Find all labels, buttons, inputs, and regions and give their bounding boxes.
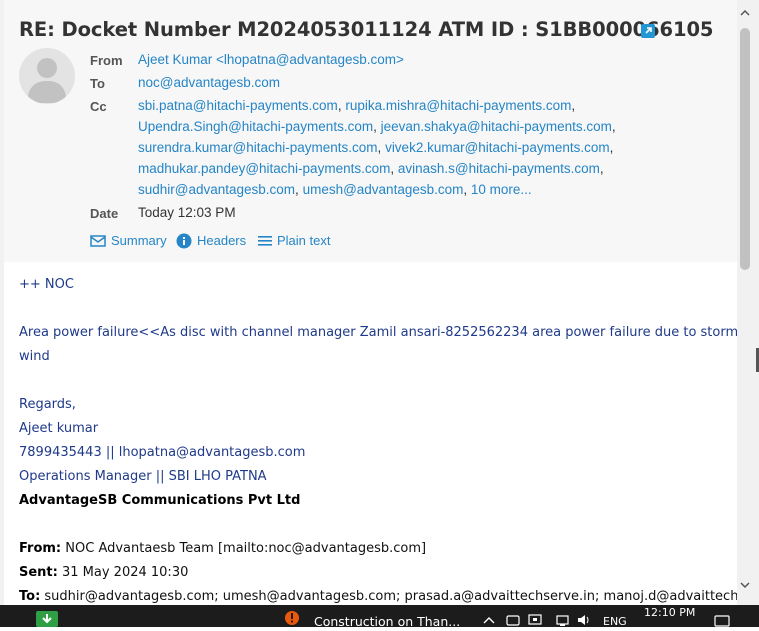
lines-icon <box>258 236 272 246</box>
body-line: ++ NOC <box>19 277 74 292</box>
taskbar-clock[interactable]: 12:10 PM <box>644 606 695 619</box>
signature-name: Ajeet kumar <box>19 421 99 436</box>
body-line: wind <box>19 349 50 364</box>
quoted-to: To: sudhir@advantagesb.com; umesh@advant… <box>19 589 759 604</box>
cc-address[interactable]: rupika.mishra@hitachi-payments.com <box>345 98 571 113</box>
plain-text-label: Plain text <box>277 233 331 248</box>
plain-text-link[interactable]: Plain text <box>257 232 337 250</box>
info-icon <box>176 233 192 249</box>
headers-label: Headers <box>197 233 247 248</box>
notification-icon[interactable] <box>714 615 730 627</box>
cc-row-3: surendra.kumar@hitachi-payments.com, viv… <box>138 140 614 155</box>
summary-link[interactable]: Summary <box>90 232 170 250</box>
network-icon[interactable] <box>555 613 571 627</box>
cc-address[interactable]: Upendra.Singh@hitachi-payments.com <box>138 119 373 134</box>
warning-icon[interactable] <box>282 609 302 627</box>
email-viewer: RE: Docket Number M2024053011124 ATM ID … <box>0 0 759 605</box>
cc-address[interactable]: sudhir@advantagesb.com <box>138 182 295 197</box>
date-value: Today 12:03 PM <box>138 205 236 220</box>
cc-address[interactable]: umesh@advantagesb.com <box>303 182 464 197</box>
cc-address[interactable]: surendra.kumar@hitachi-payments.com <box>138 140 378 155</box>
cc-row-4: madhukar.pandey@hitachi-payments.com, av… <box>138 161 604 176</box>
cc-more-link[interactable]: 10 more... <box>471 182 532 197</box>
cc-row-1: sbi.patna@hitachi-payments.com, rupika.m… <box>138 98 576 113</box>
taskbar-tray-icon[interactable] <box>505 613 521 627</box>
cc-row-5: sudhir@advantagesb.com, umesh@advantages… <box>138 182 532 197</box>
cc-address[interactable]: sbi.patna@hitachi-payments.com <box>138 98 338 113</box>
cc-address[interactable]: jeevan.shakya@hitachi-payments.com <box>381 119 612 134</box>
signature-phone: 7899435443 || lhopatna@advantagesb.com <box>19 445 306 460</box>
cc-address[interactable]: madhukar.pandey@hitachi-payments.com <box>138 161 390 176</box>
scroll-up-arrow[interactable] <box>740 8 750 18</box>
display-icon[interactable] <box>527 613 543 627</box>
summary-label: Summary <box>111 233 167 248</box>
quoted-sent: Sent: 31 May 2024 10:30 <box>19 565 189 580</box>
to-label: To <box>90 76 105 91</box>
cc-address[interactable]: avinash.s@hitachi-payments.com <box>398 161 600 176</box>
scroll-down-arrow[interactable] <box>740 580 750 590</box>
from-label: From <box>90 53 123 68</box>
avatar-body <box>28 81 66 103</box>
signature-regards: Regards, <box>19 397 76 412</box>
download-app-icon[interactable] <box>36 611 58 627</box>
language-indicator[interactable]: ENG <box>603 615 627 628</box>
taskbar: Construction on Than... ENG 12:10 PM <box>0 605 759 629</box>
avatar-head <box>37 58 57 78</box>
from-value[interactable]: Ajeet Kumar <lhopatna@advantagesb.com> <box>138 52 404 67</box>
body-line: Area power failure<<As disc with channel… <box>19 325 759 340</box>
signature-company: AdvantageSB Communications Pvt Ltd <box>19 493 301 508</box>
volume-icon[interactable] <box>576 613 592 627</box>
cc-row-2: Upendra.Singh@hitachi-payments.com, jeev… <box>138 119 616 134</box>
quoted-from: From: NOC Advantaesb Team [mailto:noc@ad… <box>19 541 427 556</box>
open-external-icon[interactable] <box>641 24 655 38</box>
envelope-icon <box>90 235 106 247</box>
email-subject: RE: Docket Number M2024053011124 ATM ID … <box>19 18 714 41</box>
cc-label: Cc <box>90 99 107 114</box>
headers-link[interactable]: Headers <box>176 232 252 250</box>
cc-address[interactable]: vivek2.kumar@hitachi-payments.com <box>385 140 610 155</box>
sender-avatar <box>19 48 75 104</box>
signature-role: Operations Manager || SBI LHO PATNA <box>19 469 267 484</box>
chevron-up-icon[interactable] <box>481 613 497 627</box>
to-value[interactable]: noc@advantagesb.com <box>138 75 280 90</box>
scrollbar-thumb[interactable] <box>740 28 750 270</box>
date-label: Date <box>90 206 119 221</box>
